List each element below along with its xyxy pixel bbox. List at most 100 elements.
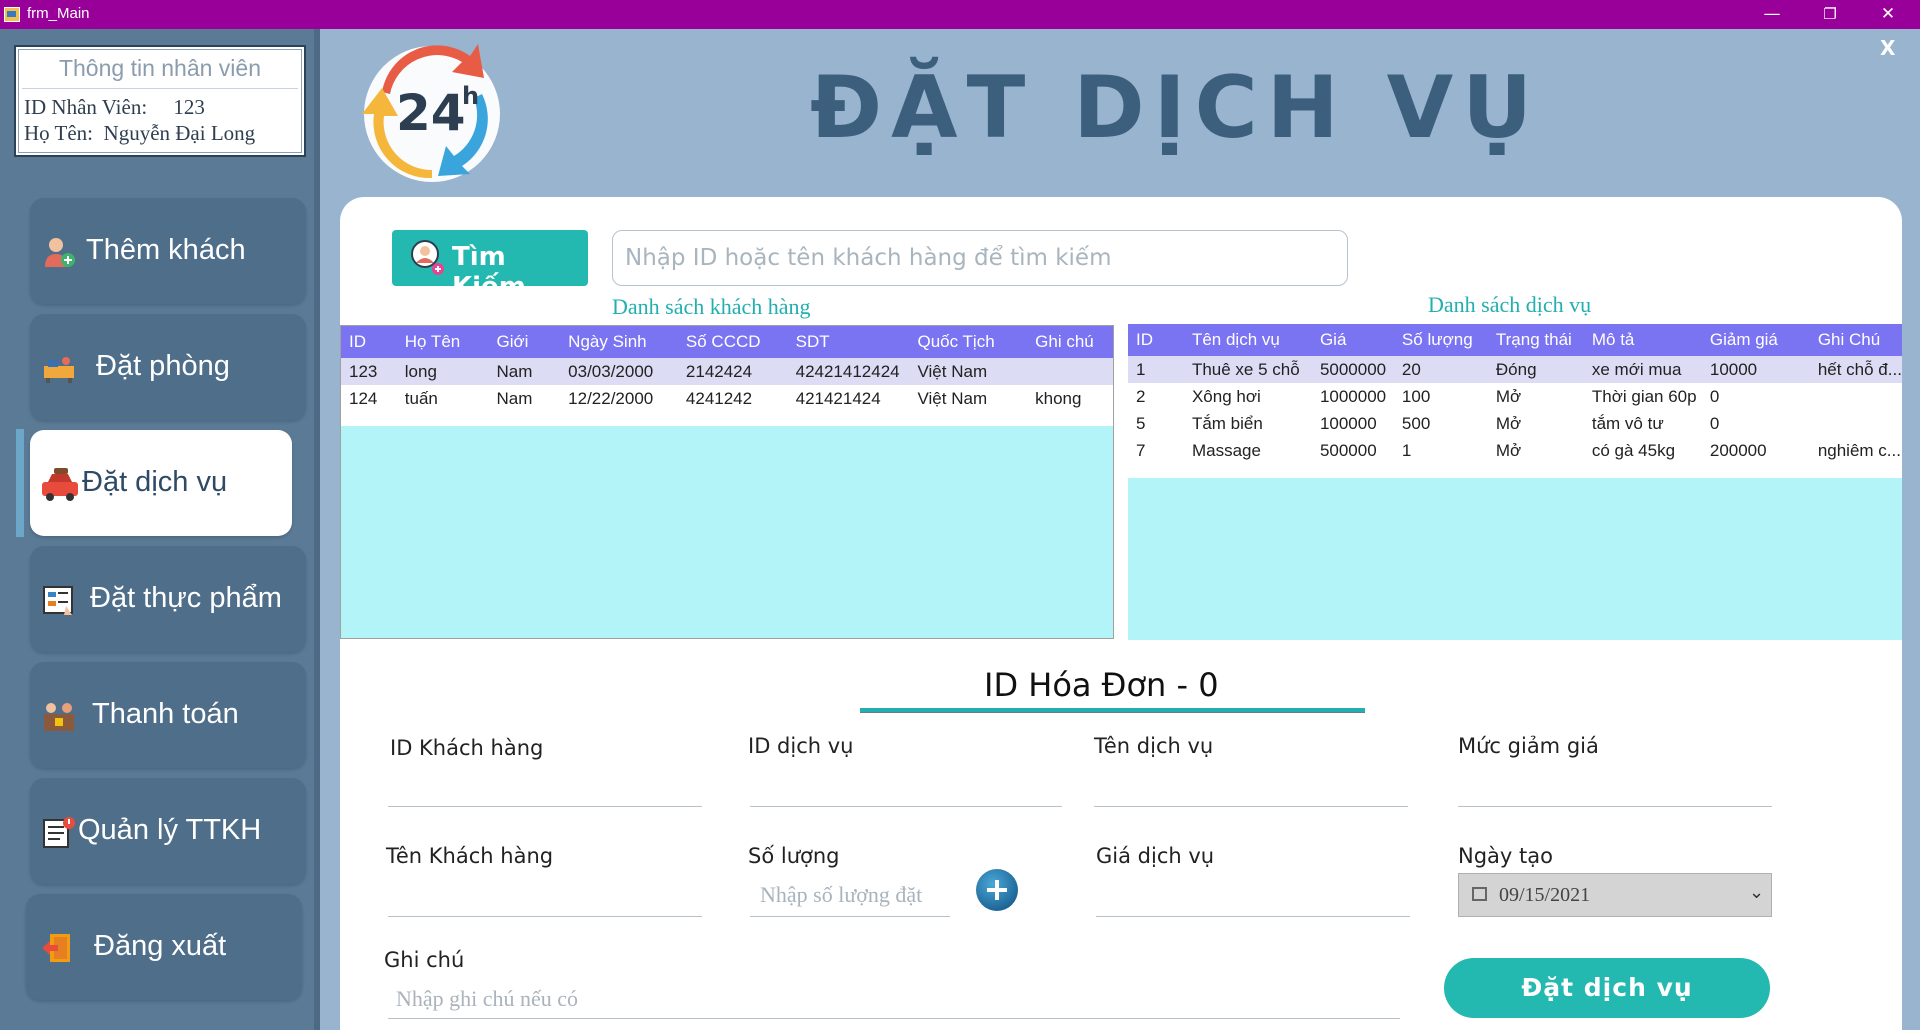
cell: Nam: [488, 385, 561, 412]
cell: 1: [1128, 356, 1184, 383]
customer-header-row: ID Họ Tên Giới Ngày Sinh Số CCCD SDT Quố…: [341, 326, 1113, 358]
cell: 1000000: [1311, 383, 1394, 410]
payment-icon: [44, 703, 74, 731]
cell: [1809, 383, 1902, 410]
cell: Nam: [488, 358, 561, 385]
service-id-label: ID dịch vụ: [748, 734, 854, 758]
search-input[interactable]: [612, 230, 1348, 286]
cell: 20: [1393, 356, 1488, 383]
table-row[interactable]: 5 Tắm biển 100000 500 Mở tắm vô tư 0: [1128, 410, 1902, 437]
food-order-icon: [43, 586, 73, 615]
add-customer-icon: [45, 238, 75, 267]
table-row[interactable]: 7 Massage 500000 1 Mở có gà 45kg 200000 …: [1128, 437, 1902, 464]
cell: 2142424: [677, 358, 788, 385]
menu-dang-xuat[interactable]: Đăng xuất: [26, 894, 302, 1000]
customer-list-title: Danh sách khách hàng: [612, 294, 811, 319]
cell: 4241242: [677, 385, 788, 412]
service-col-quantity[interactable]: Số lượng: [1393, 324, 1488, 356]
service-price-label: Giá dịch vụ: [1096, 844, 1215, 868]
cell: Mở: [1487, 410, 1584, 437]
menu-label-them-khach: Thêm khách: [86, 234, 246, 266]
customer-grid[interactable]: ID Họ Tên Giới Ngày Sinh Số CCCD SDT Quố…: [340, 325, 1114, 639]
cell: Mở: [1487, 437, 1584, 464]
employee-info-box: Thông tin nhân viên ID Nhân Viên: 123 Họ…: [14, 45, 306, 157]
cell: Thời gian 60p: [1583, 383, 1702, 410]
menu-dat-phong[interactable]: Đặt phòng: [30, 314, 306, 420]
date-picker[interactable]: 09/15/2021 ⌄: [1458, 873, 1772, 917]
form-close-button[interactable]: X: [1880, 36, 1895, 60]
cell: 03/03/2000: [560, 358, 678, 385]
menu-dat-dich-vu[interactable]: Đặt dịch vụ: [30, 430, 292, 536]
service-col-discount[interactable]: Giảm giá: [1701, 324, 1810, 356]
menu-label-dat-thuc-pham: Đặt thực phẩm: [90, 582, 282, 614]
discount-field[interactable]: [1458, 806, 1772, 807]
service-col-id[interactable]: ID: [1128, 324, 1184, 356]
add-quantity-button[interactable]: [976, 869, 1018, 911]
book-service-button[interactable]: Đặt dịch vụ: [1444, 958, 1770, 1018]
cell: Tắm biển: [1183, 410, 1312, 437]
customer-col-id[interactable]: ID: [341, 326, 397, 358]
table-row[interactable]: 124 tuấn Nam 12/22/2000 4241242 42142142…: [341, 385, 1113, 412]
menu-thanh-toan[interactable]: Thanh toán: [30, 662, 306, 768]
customer-col-note[interactable]: Ghi chú: [1027, 326, 1113, 358]
service-grid[interactable]: ID Tên dịch vụ Giá Số lượng Trạng thái M…: [1128, 324, 1902, 640]
note-input[interactable]: Nhập ghi chú nếu có: [396, 986, 578, 1012]
logo-sup: h: [462, 82, 479, 110]
menu-dat-thuc-pham[interactable]: Đặt thực phẩm: [30, 546, 306, 652]
service-col-description[interactable]: Mô tả: [1583, 324, 1702, 356]
customer-col-name[interactable]: Họ Tên: [396, 326, 489, 358]
search-button[interactable]: Tìm Kiếm: [392, 230, 588, 302]
restore-button[interactable]: ❐: [1800, 0, 1860, 29]
service-price-field[interactable]: [1096, 916, 1410, 917]
cell: 421421424: [787, 385, 910, 412]
menu-label-dat-dich-vu: Đặt dịch vụ: [82, 466, 228, 498]
cell: 12/22/2000: [560, 385, 678, 412]
chevron-down-icon[interactable]: ⌄: [1749, 882, 1764, 903]
service-col-status[interactable]: Trạng thái: [1487, 324, 1584, 356]
cell: 500: [1393, 410, 1488, 437]
discount-label: Mức giảm giá: [1458, 734, 1599, 758]
service-id-field[interactable]: [750, 806, 1062, 807]
window-close-button[interactable]: ✕: [1858, 0, 1918, 29]
menu-quan-ly-ttkh[interactable]: Quản lý TTKH: [30, 778, 306, 884]
note-label: Ghi chú: [384, 948, 465, 972]
table-row[interactable]: 1 Thuê xe 5 chỗ 5000000 20 Đóng xe mới m…: [1128, 356, 1902, 383]
menu-label-dang-xuat: Đăng xuất: [94, 930, 227, 962]
table-row[interactable]: 123 long Nam 03/03/2000 2142424 42421412…: [341, 358, 1113, 385]
customer-col-dob[interactable]: Ngày Sinh: [560, 326, 678, 358]
cell: 10000: [1701, 356, 1810, 383]
quantity-input[interactable]: Nhập số lượng đặt: [760, 882, 922, 908]
customer-col-phone[interactable]: SDT: [787, 326, 910, 358]
customer-col-nationality[interactable]: Quốc Tịch: [909, 326, 1028, 358]
employee-name-label: Họ Tên:: [24, 121, 94, 145]
invoice-title-text: ID Hóa Đơn - 0: [984, 666, 1219, 704]
cell: 7: [1128, 437, 1184, 464]
minimize-button[interactable]: —: [1742, 0, 1802, 29]
logo-24h-icon: 24 h: [362, 44, 500, 182]
invoice-title: ID Hóa Đơn - 0: [984, 666, 1484, 704]
cell: Việt Nam: [909, 358, 1028, 385]
cell: khong: [1027, 385, 1113, 412]
date-value: 09/15/2021: [1499, 884, 1591, 906]
app-icon: [4, 7, 20, 22]
service-header-row: ID Tên dịch vụ Giá Số lượng Trạng thái M…: [1128, 324, 1902, 356]
customer-col-cccd[interactable]: Số CCCD: [677, 326, 788, 358]
service-name-field[interactable]: [1094, 806, 1408, 807]
invoice-title-underline: [860, 708, 1365, 713]
cell: Đóng: [1487, 356, 1584, 383]
cell: 5: [1128, 410, 1184, 437]
employee-info-title: Thông tin nhân viên: [58, 55, 262, 81]
quantity-label: Số lượng: [748, 844, 840, 868]
cell: 1: [1393, 437, 1488, 464]
service-col-name[interactable]: Tên dịch vụ: [1183, 324, 1312, 356]
customer-col-gender[interactable]: Giới: [488, 326, 561, 358]
sidebar-divider: [314, 29, 320, 1030]
service-col-price[interactable]: Giá: [1311, 324, 1394, 356]
logout-icon: [42, 934, 70, 962]
customer-name-field[interactable]: [388, 916, 702, 917]
service-col-note[interactable]: Ghi Chú: [1809, 324, 1902, 356]
table-row[interactable]: 2 Xông hơi 1000000 100 Mở Thời gian 60p …: [1128, 383, 1902, 410]
customer-id-field[interactable]: [388, 806, 702, 807]
menu-them-khach[interactable]: Thêm khách: [30, 198, 306, 304]
search-button-label: Tìm Kiếm: [452, 242, 526, 302]
